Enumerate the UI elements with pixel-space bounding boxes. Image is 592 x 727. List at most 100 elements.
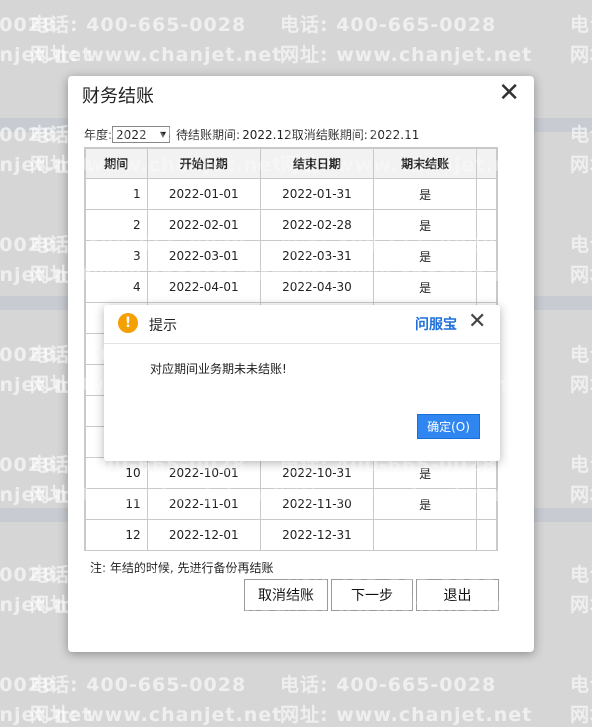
watermark-text: 电话: 400-665-0028	[280, 674, 497, 696]
dropdown-arrow-icon: ▼	[159, 130, 167, 139]
table-header-row: 期间 开始日期 结束日期 期末结账	[85, 148, 497, 179]
closed-cell: 是	[373, 240, 478, 272]
period-cell: 4	[85, 271, 148, 303]
watermark-text: 电话: 400-665-0028	[30, 14, 247, 36]
watermark-text: 电话: 400-665-0028	[0, 344, 57, 366]
filler-cell	[476, 178, 497, 210]
watermark-text: 网址: www.chanjet.net	[570, 704, 592, 726]
cancel-closing-button[interactable]: 取消结账	[244, 579, 328, 611]
watermark-text: 电话: 400-665-0028	[570, 454, 592, 476]
filler-cell	[476, 209, 497, 241]
watermark-text: 电话: 400-665-0028	[0, 454, 57, 476]
period-cell: 10	[85, 457, 148, 489]
period-cell: 11	[85, 488, 148, 520]
watermark-text: 电话: 400-665-0028	[0, 564, 57, 586]
year-select[interactable]: 2022 ▼	[112, 126, 171, 143]
watermark-text: 网址: www.chanjet.net	[570, 264, 592, 286]
period-cell: 1	[85, 178, 148, 210]
watermark-text: 网址: www.chanjet.net	[570, 44, 592, 66]
exit-button[interactable]: 退出	[416, 579, 499, 611]
start-date-cell: 2022-04-01	[146, 271, 261, 303]
watermark-text: 电话: 400-665-0028	[0, 344, 57, 366]
end-date-cell: 2022-03-31	[259, 240, 375, 272]
confirm-button[interactable]: 确定(O)	[417, 414, 480, 439]
watermark-text: 电话: 400-665-0028	[0, 674, 57, 696]
watermark-text: 电话: 400-665-0028	[30, 674, 247, 696]
table-row[interactable]: 3 2022-03-01 2022-03-31 是	[85, 240, 497, 272]
watermark-text: 网址: www.chanjet.net	[570, 374, 592, 396]
alert-message: 对应期间业务期未未结账!	[150, 362, 287, 376]
column-header[interactable]: 结束日期	[259, 148, 375, 179]
watermark-text: 网址: www.chanjet.net	[570, 594, 592, 616]
start-date-cell: 2022-03-01	[146, 240, 261, 272]
table-row[interactable]: 12 2022-12-01 2022-12-31	[85, 519, 497, 550]
filler-cell	[476, 240, 497, 272]
start-date-cell: 2022-01-01	[146, 178, 261, 210]
period-cell: 12	[85, 519, 148, 550]
end-date-cell: 2022-02-28	[259, 209, 375, 241]
closed-cell: 是	[373, 457, 478, 489]
watermark-text: 电话: 400-665-0028	[570, 564, 592, 586]
watermark-text: 电话: 400-665-0028	[0, 234, 57, 256]
watermark-text: 电话: 400-665-0028	[570, 674, 592, 696]
watermark-text: 网址: www.chanjet.net	[570, 374, 592, 396]
pending-period-label: 待结账期间:	[176, 128, 241, 142]
watermark-text: 网址: www.chanjet.net	[570, 594, 592, 616]
table-row[interactable]: 4 2022-04-01 2022-04-30 是	[85, 271, 497, 303]
watermark-text: 电话: 400-665-0028	[0, 14, 57, 36]
watermark-text: 电话: 400-665-0028	[570, 564, 592, 586]
start-date-cell: 2022-10-01	[146, 457, 261, 489]
watermark-text: 电话: 400-665-0028	[30, 674, 247, 696]
next-step-button[interactable]: 下一步	[331, 579, 413, 611]
filler-cell	[476, 457, 497, 489]
watermark-text: 网址: www.chanjet.net	[280, 704, 533, 726]
watermark-text: 电话: 400-665-0028	[0, 564, 57, 586]
watermark-text: 电话: 400-665-0028	[570, 344, 592, 366]
end-date-cell: 2022-10-31	[259, 457, 375, 489]
pending-period-value: 2022.12	[242, 127, 292, 142]
watermark-text: 电话: 400-665-0028	[570, 234, 592, 256]
watermark-text: 网址: www.chanjet.net	[30, 44, 283, 66]
watermark-text: 网址: www.chanjet.net	[280, 44, 533, 66]
filler-cell	[476, 271, 497, 303]
watermark-text: 网址: www.chanjet.net	[30, 704, 283, 726]
watermark-text: 电话: 400-665-0028	[570, 14, 592, 36]
watermark-text: 网址: www.chanjet.net	[570, 154, 592, 176]
start-date-cell: 2022-12-01	[146, 519, 261, 550]
watermark-text: 网址: www.chanjet.net	[280, 44, 533, 66]
watermark-text: 网址: www.chanjet.net	[30, 44, 283, 66]
help-link[interactable]: 问服宝	[415, 314, 457, 334]
table-row[interactable]: 11 2022-11-01 2022-11-30 是	[85, 488, 497, 520]
start-date-cell: 2022-02-01	[146, 209, 261, 241]
watermark-text: 网址: www.chanjet.net	[570, 484, 592, 506]
watermark-text: 电话: 400-665-0028	[570, 344, 592, 366]
column-header[interactable]: 期间	[85, 148, 148, 179]
backup-note: 注: 年结的时候, 先进行备份再结账	[90, 561, 274, 575]
end-date-cell: 2022-12-31	[259, 519, 375, 550]
table-row[interactable]: 2 2022-02-01 2022-02-28 是	[85, 209, 497, 241]
closed-cell: 是	[373, 209, 478, 241]
watermark-text: 电话: 400-665-0028	[570, 454, 592, 476]
watermark-text: 电话: 400-665-0028	[0, 14, 57, 36]
closed-cell: 是	[373, 488, 478, 520]
year-label: 年度:	[84, 128, 113, 142]
period-cell: 2	[85, 209, 148, 241]
watermark-text: 电话: 400-665-0028	[0, 674, 57, 696]
watermark-text: 电话: 400-665-0028	[570, 14, 592, 36]
end-date-cell: 2022-04-30	[259, 271, 375, 303]
table-row[interactable]: 10 2022-10-01 2022-10-31 是	[85, 457, 497, 489]
close-icon[interactable]: ✕	[468, 309, 486, 334]
watermark-text: 网址: www.chanjet.net	[570, 484, 592, 506]
watermark-text: 网址: www.chanjet.net	[570, 44, 592, 66]
close-icon[interactable]: ✕	[498, 80, 520, 106]
watermark-text: 网址: www.chanjet.net	[0, 704, 93, 726]
cancel-period-value: 2022.11	[369, 127, 420, 142]
column-header[interactable]: 开始日期	[146, 148, 261, 179]
column-header[interactable]: 期末结账	[373, 148, 478, 179]
dialog-title: 财务结账	[82, 86, 154, 107]
period-cell: 3	[85, 240, 148, 272]
table-row[interactable]: 1 2022-01-01 2022-01-31 是	[85, 178, 497, 210]
watermark-text: 网址: www.chanjet.net	[0, 44, 93, 66]
watermark-text: 网址: www.chanjet.net	[280, 704, 533, 726]
closed-cell	[373, 519, 478, 550]
